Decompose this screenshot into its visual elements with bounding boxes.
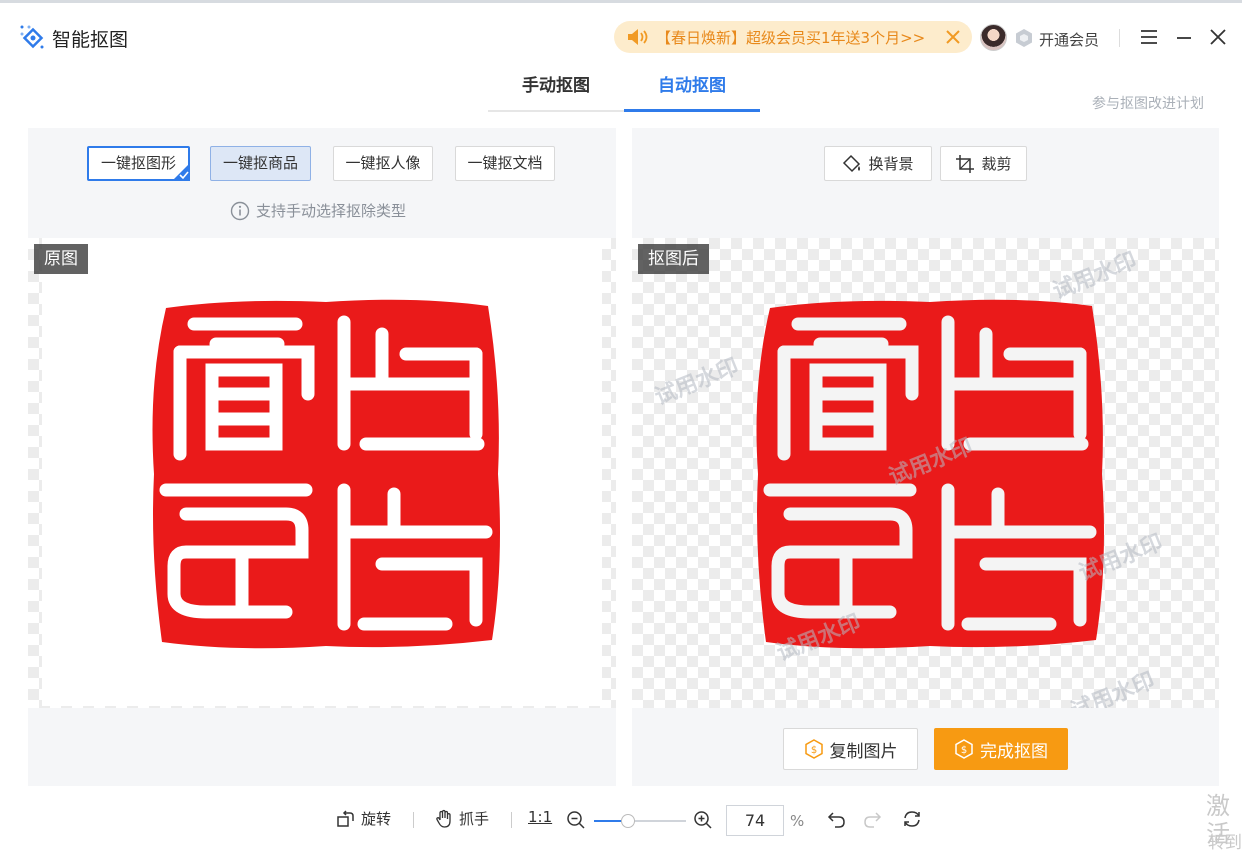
svg-text:$: $ <box>961 745 967 756</box>
change-background-label: 换背景 <box>868 155 914 173</box>
original-label: 原图 <box>34 244 88 274</box>
actual-size-button[interactable]: 1:1 <box>528 808 552 826</box>
title-bar: 智能抠图 【春日焕新】超级会员买1年送3个月>> 开通会员 <box>0 3 1242 69</box>
mode-tabs: 手动抠图 自动抠图 <box>488 70 760 112</box>
svg-text:$: $ <box>810 745 816 756</box>
rotate-label: 旋转 <box>361 810 392 828</box>
watermark: 试用水印 <box>651 354 743 411</box>
mode-shape-button[interactable]: 一键抠图形 <box>87 146 190 181</box>
mode-product-button[interactable]: 一键抠商品 <box>210 146 311 181</box>
hand-icon <box>436 809 451 828</box>
menu-icon[interactable] <box>1139 27 1159 47</box>
rotate-icon <box>337 809 354 827</box>
reset-icon[interactable] <box>901 809 923 829</box>
copy-image-button[interactable]: $ 复制图片 <box>783 728 918 770</box>
app-title: 智能抠图 <box>52 29 129 51</box>
header-divider <box>1119 29 1120 47</box>
promo-text: 【春日焕新】超级会员买1年送3个月>> <box>656 28 926 47</box>
zoom-slider-handle[interactable] <box>621 814 636 828</box>
bottom-toolbar: 旋转 抓手 1:1 74 % <box>0 800 1242 840</box>
redo-icon[interactable] <box>862 809 884 829</box>
activation-watermark-sub: 转到 <box>1208 833 1242 853</box>
result-canvas[interactable]: 抠图后 试用水印 试用水印 试用水印 试用水印 试用水印 试用水印 <box>632 238 1219 708</box>
hand-tool-button[interactable]: 抓手 <box>434 808 489 829</box>
zoom-in-icon[interactable] <box>693 810 713 830</box>
improvement-plan-link[interactable]: 参与抠图改进计划 <box>1092 93 1204 113</box>
coin-icon: $ <box>804 739 823 759</box>
crop-label: 裁剪 <box>981 155 1012 173</box>
hand-label: 抓手 <box>459 810 490 828</box>
tab-manual-cutout[interactable]: 手动抠图 <box>488 70 624 112</box>
mode-shape-label: 一键抠图形 <box>100 154 176 172</box>
vip-hexagon-icon <box>1016 29 1032 47</box>
close-window-icon[interactable] <box>1208 27 1228 47</box>
crop-icon <box>956 154 975 173</box>
zoom-out-icon[interactable] <box>566 810 586 830</box>
tab-auto-cutout[interactable]: 自动抠图 <box>624 70 760 112</box>
change-background-button[interactable]: 换背景 <box>824 146 932 181</box>
zoom-slider[interactable] <box>594 814 686 828</box>
copy-image-label: 复制图片 <box>829 741 898 762</box>
seal-image-original <box>152 299 500 649</box>
result-panel: 换背景 裁剪 抠图后 试用水印 试用水印 试用水印 试用水印 试用水印 试用水印… <box>632 128 1219 786</box>
watermark: 试用水印 <box>1067 668 1159 708</box>
crop-button[interactable]: 裁剪 <box>940 146 1027 181</box>
promo-banner[interactable]: 【春日焕新】超级会员买1年送3个月>> <box>614 21 972 53</box>
close-promo-icon[interactable] <box>944 28 962 46</box>
speaker-icon <box>628 29 648 45</box>
app-logo-icon <box>20 25 44 49</box>
result-label: 抠图后 <box>638 244 709 274</box>
original-canvas[interactable]: 原图 <box>28 238 616 708</box>
hint-text: 支持手动选择抠除类型 <box>256 202 407 220</box>
undo-icon[interactable] <box>825 809 847 829</box>
rotate-button[interactable]: 旋转 <box>336 808 391 829</box>
user-avatar[interactable] <box>980 24 1007 51</box>
mode-document-button[interactable]: 一键抠文档 <box>455 146 555 181</box>
zoom-unit: % <box>790 812 805 830</box>
mode-portrait-button[interactable]: 一键抠人像 <box>333 146 433 181</box>
toolbar-divider <box>413 812 414 828</box>
toolbar-divider <box>511 812 512 828</box>
minimize-icon[interactable] <box>1174 27 1194 47</box>
finish-cutout-label: 完成抠图 <box>980 741 1048 762</box>
zoom-input[interactable]: 74 <box>726 805 784 836</box>
paint-bucket-icon <box>843 154 861 172</box>
info-icon <box>230 201 250 220</box>
vip-button[interactable]: 开通会员 <box>1039 29 1099 50</box>
finish-cutout-button[interactable]: $ 完成抠图 <box>934 728 1068 770</box>
original-panel: 一键抠图形 一键抠商品 一键抠人像 一键抠文档 支持手动选择抠除类型 原图 <box>28 128 616 786</box>
coin-icon: $ <box>955 739 973 759</box>
type-hint: 支持手动选择抠除类型 <box>230 200 406 221</box>
check-corner-icon <box>172 163 190 181</box>
